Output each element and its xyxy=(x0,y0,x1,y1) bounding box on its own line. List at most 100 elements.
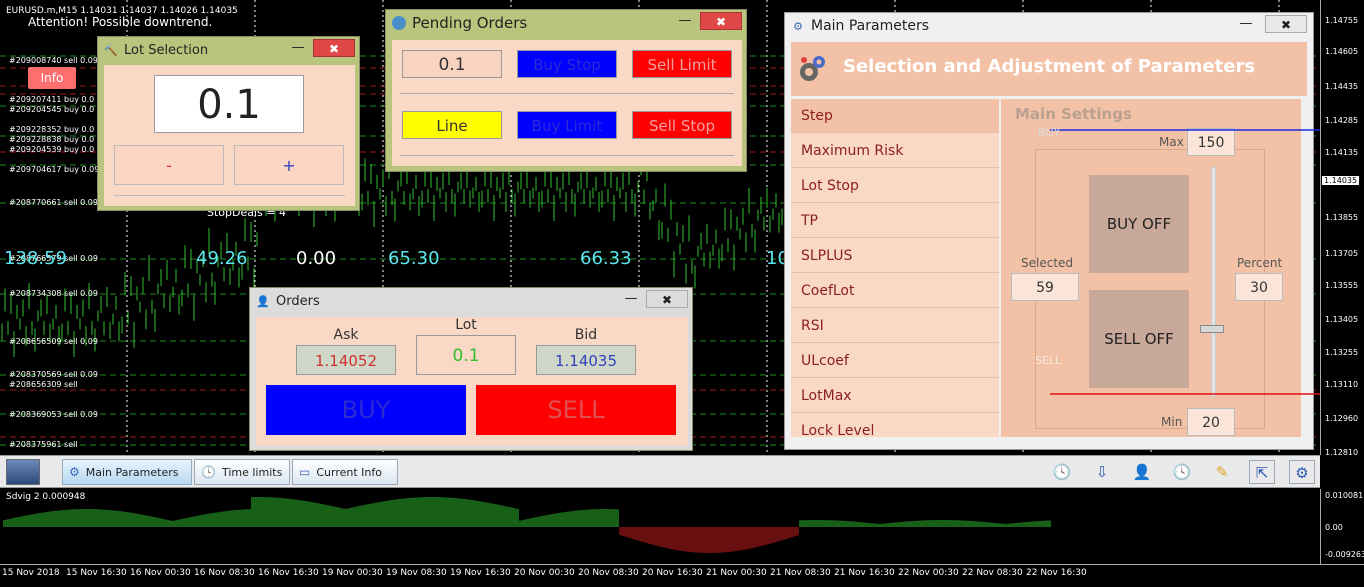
time-tick: 15 Nov 16:30 xyxy=(66,568,127,578)
lot-value-field[interactable]: 0.1 xyxy=(416,335,516,375)
buy-button[interactable]: BUY xyxy=(266,385,466,435)
selected-value[interactable]: 59 xyxy=(1011,273,1079,301)
divider xyxy=(114,195,345,196)
minimize-button[interactable]: — xyxy=(678,12,692,30)
menu-item-lock-level[interactable]: Lock Level xyxy=(791,414,999,448)
download-icon[interactable]: ⇩ xyxy=(1089,460,1115,484)
max-value[interactable]: 150 xyxy=(1187,128,1235,156)
deal-label: #209207411 buy 0.0 xyxy=(9,95,95,104)
pending-body: 0.1 Buy Stop Sell Limit Line Buy Limit S… xyxy=(392,40,742,166)
minimize-button[interactable]: — xyxy=(291,39,305,57)
main-titlebar[interactable]: ⚙ Main Parameters xyxy=(785,13,1313,39)
indicator-canvas xyxy=(3,497,1051,553)
sell-off-button[interactable]: SELL OFF xyxy=(1089,290,1189,388)
sell-limit-button[interactable]: Sell Limit xyxy=(632,50,732,78)
deal-label: #208370569 sell 0.09 xyxy=(9,370,98,379)
menu-item-tp[interactable]: TP xyxy=(791,204,999,238)
clock-globe-icon[interactable]: 🕓 xyxy=(1049,460,1075,484)
pending-orders-window: Pending Orders — ✖ 0.1 Buy Stop Sell Lim… xyxy=(385,9,747,172)
buy-limit-button[interactable]: Buy Limit xyxy=(517,111,617,139)
divider xyxy=(400,155,734,156)
time-tick: 19 Nov 16:30 xyxy=(450,568,511,578)
deal-label: #208656509 sell 0.09 xyxy=(9,337,98,346)
stat-value: 66.33 xyxy=(580,248,632,269)
level-slider-thumb[interactable] xyxy=(1200,325,1224,333)
menu-item-step[interactable]: Step xyxy=(791,99,999,133)
lot-minus-button[interactable]: - xyxy=(114,145,224,185)
menu-item-coeflot[interactable]: CoefLot xyxy=(791,274,999,308)
tab-time-limits[interactable]: 🕓 Time limits xyxy=(194,459,290,485)
level-slider-track[interactable] xyxy=(1211,167,1216,397)
deal-label: #208734308 sell 0.09 xyxy=(9,289,98,298)
percent-label: Percent xyxy=(1237,256,1283,270)
info-button[interactable]: Info xyxy=(28,67,76,89)
bottom-toolbar: ⚙ Main Parameters 🕓 Time limits ▭ Curren… xyxy=(0,455,1320,488)
menu-item-lot-stop[interactable]: Lot Stop xyxy=(791,169,999,203)
menu-item-lotmax[interactable]: LotMax xyxy=(791,379,999,413)
pending-titlebar[interactable]: Pending Orders xyxy=(386,10,746,36)
close-button[interactable]: ✖ xyxy=(700,12,742,30)
main-window-title: Main Parameters xyxy=(811,18,930,34)
lot-plus-button[interactable]: + xyxy=(234,145,344,185)
price-tick: 1.13405 xyxy=(1325,315,1359,324)
close-button[interactable]: ✖ xyxy=(646,290,688,308)
window-icon: ▭ xyxy=(299,465,311,479)
close-button[interactable]: ✖ xyxy=(313,39,355,57)
price-tick: 1.12960 xyxy=(1325,414,1359,423)
pencil-icon[interactable]: ✎ xyxy=(1209,460,1235,484)
globe-icon xyxy=(392,16,406,30)
panel-title: Main Settings xyxy=(1015,105,1132,123)
current-price-tag: 1.14035 xyxy=(1322,176,1360,185)
min-value[interactable]: 20 xyxy=(1187,408,1235,436)
user-icon[interactable]: 👤 xyxy=(1129,460,1155,484)
sell-button[interactable]: SELL xyxy=(476,385,676,435)
deal-label: #209704617 buy 0.09 xyxy=(9,165,100,174)
buy-off-button[interactable]: BUY OFF xyxy=(1089,175,1189,273)
time-tick: 16 Nov 08:30 xyxy=(194,568,255,578)
time-tick: 16 Nov 16:30 xyxy=(258,568,319,578)
close-button[interactable]: ✖ xyxy=(1265,15,1307,33)
time-tick: 21 Nov 08:30 xyxy=(770,568,831,578)
menu-item-rsi[interactable]: RSI xyxy=(791,309,999,343)
stat-value: 0.00 xyxy=(296,248,337,269)
settings-icon[interactable]: ⚙ xyxy=(1289,460,1315,484)
menu-item-ulcoef[interactable]: ULcoef xyxy=(791,344,999,378)
pending-lot-value[interactable]: 0.1 xyxy=(402,50,502,78)
lot-value[interactable]: 0.1 xyxy=(154,75,304,133)
time-axis: 15 Nov 2018 15 Nov 16:30 16 Nov 00:30 16 No… xyxy=(0,564,1364,587)
indicator-tick: 0.010081 xyxy=(1325,491,1364,500)
gear-icon: ⚙ xyxy=(793,19,803,33)
min-label: Min xyxy=(1161,415,1183,429)
user-icon: 👤 xyxy=(256,294,270,308)
mountain-logo-icon[interactable] xyxy=(6,459,40,485)
deal-label: #209008740 sell 0.09 xyxy=(9,56,98,65)
minimize-button[interactable]: — xyxy=(1239,15,1253,33)
gears-icon xyxy=(800,56,825,81)
time-tick: 21 Nov 16:30 xyxy=(834,568,895,578)
gear-icon: ⚙ xyxy=(69,465,80,479)
menu-item-slplus[interactable]: SLPLUS xyxy=(791,239,999,273)
tab-current-info[interactable]: ▭ Current Info xyxy=(292,459,398,485)
time-tick: 20 Nov 16:30 xyxy=(642,568,703,578)
price-tick: 1.14135 xyxy=(1325,148,1359,157)
sell-stop-button[interactable]: Sell Stop xyxy=(632,111,732,139)
buy-stop-button[interactable]: Buy Stop xyxy=(517,50,617,78)
indicator-pane: Sdvig 2 0.000948 xyxy=(0,489,1320,564)
percent-value[interactable]: 30 xyxy=(1235,273,1283,301)
minimize-button[interactable]: — xyxy=(624,290,638,308)
pin-icon[interactable]: ⇱ xyxy=(1249,460,1275,484)
price-tick: 1.13855 xyxy=(1325,213,1359,222)
menu-item-maximum-risk[interactable]: Maximum Risk xyxy=(791,134,999,168)
divider xyxy=(400,93,734,94)
time-tick: 20 Nov 08:30 xyxy=(578,568,639,578)
lot-window-title: Lot Selection xyxy=(124,42,209,58)
clock-icon[interactable]: 🕓 xyxy=(1169,460,1195,484)
time-tick: 21 Nov 00:30 xyxy=(706,568,767,578)
line-button[interactable]: Line xyxy=(402,111,502,139)
price-axis: 1.14755 1.14605 1.14435 1.14285 1.14135 1.140… xyxy=(1320,0,1364,457)
price-tick: 1.13110 xyxy=(1325,380,1359,389)
indicator-title: Sdvig 2 0.000948 xyxy=(6,492,86,502)
tab-main-parameters[interactable]: ⚙ Main Parameters xyxy=(62,459,192,485)
pending-window-title: Pending Orders xyxy=(412,14,528,32)
max-label: Max xyxy=(1159,135,1184,149)
